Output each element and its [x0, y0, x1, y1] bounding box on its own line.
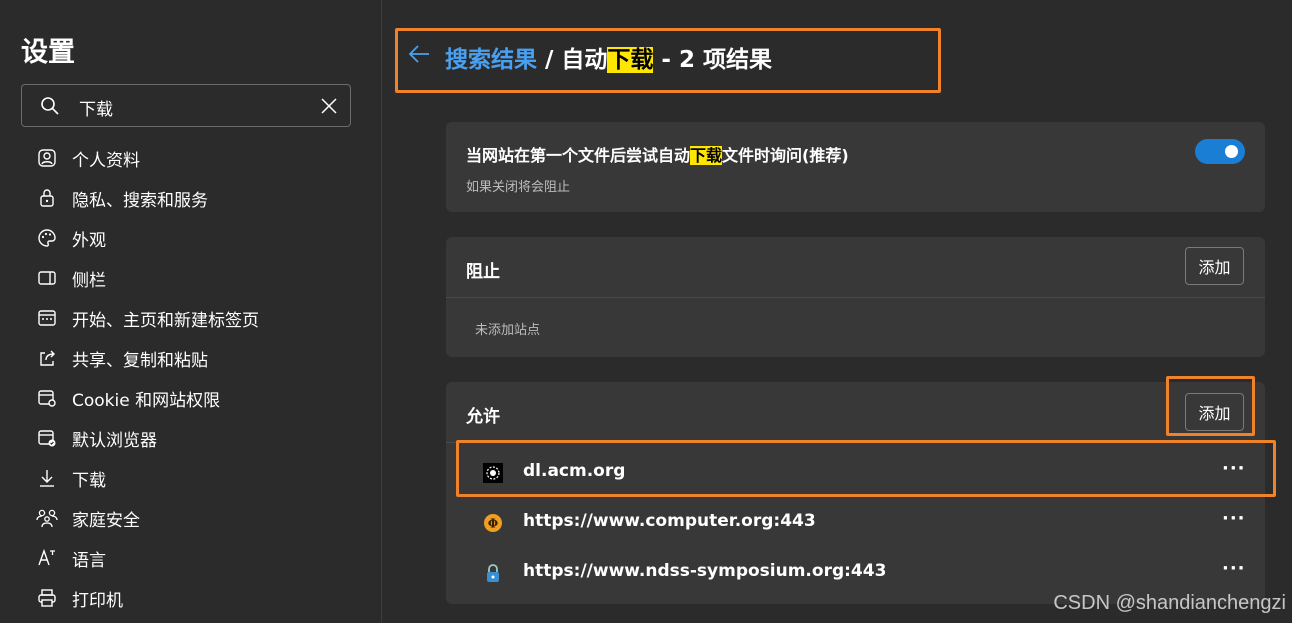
block-title: 阻止 [466, 262, 500, 282]
search-input[interactable]: 下载 [21, 84, 351, 127]
sidebar-item-share[interactable]: 共享、复制和粘贴 [36, 344, 356, 372]
sidebar-item-sidebar[interactable]: 侧栏 [36, 264, 356, 292]
share-icon [36, 347, 58, 369]
sidebar: 设置 下载 个人资料 隐私、搜索和服务 外观 侧栏 开始、主页和新建标签页 共享… [0, 0, 382, 623]
sidebar-item-appearance[interactable]: 外观 [36, 224, 356, 252]
sidebar-item-label: 开始、主页和新建标签页 [72, 310, 259, 331]
block-empty-note: 未添加站点 [475, 323, 541, 338]
sidebar-icon [36, 267, 58, 289]
annotation-box-site [456, 440, 1276, 497]
site-name: https://www.computer.org:443 [523, 511, 816, 531]
setting-title-post: 文件时询问(推荐) [722, 146, 849, 165]
search-icon [40, 96, 60, 120]
annotation-box-add [1166, 376, 1255, 436]
sidebar-item-cookies[interactable]: Cookie 和网站权限 [36, 384, 356, 412]
block-add-button[interactable]: 添加 [1185, 247, 1244, 285]
sidebar-item-languages[interactable]: 语言 [36, 544, 356, 572]
sidebar-item-label: 侧栏 [72, 270, 106, 291]
sidebar-item-label: 默认浏览器 [72, 430, 157, 451]
divider [446, 297, 1265, 298]
main-content: 搜索结果 / 自动下载 - 2 项结果 当网站在第一个文件后尝试自动下载文件时询… [383, 0, 1292, 623]
watermark: CSDN @shandianchengzi [1053, 592, 1286, 614]
svg-text:Φ: Φ [488, 517, 498, 531]
back-arrow-icon[interactable] [407, 42, 431, 70]
auto-download-toggle[interactable] [1195, 139, 1245, 164]
title-post: - 2 项结果 [653, 47, 772, 73]
sidebar-item-label: 隐私、搜索和服务 [72, 190, 208, 211]
title-separator: / [537, 47, 562, 73]
home-tab-icon [36, 307, 58, 329]
language-icon [36, 547, 58, 569]
toggle-knob [1225, 145, 1238, 158]
allow-title: 允许 [466, 407, 500, 427]
sidebar-item-printers[interactable]: 打印机 [36, 584, 356, 612]
lock-icon [36, 187, 58, 209]
title-highlight: 下载 [607, 47, 654, 73]
more-options-button[interactable]: ··· [1222, 508, 1246, 529]
palette-icon [36, 227, 58, 249]
sidebar-item-label: 个人资料 [72, 150, 140, 171]
settings-window: 设置 下载 个人资料 隐私、搜索和服务 外观 侧栏 开始、主页和新建标签页 共享… [0, 0, 1292, 623]
search-results-link[interactable]: 搜索结果 [445, 47, 537, 73]
setting-title: 当网站在第一个文件后尝试自动下载文件时询问(推荐) [466, 142, 849, 166]
setting-title-highlight: 下载 [690, 146, 723, 165]
allowed-site-row: Φ https://www.computer.org:443 ··· [446, 498, 1265, 548]
title-pre: 自动 [561, 47, 608, 73]
sidebar-item-label: 语言 [72, 550, 106, 571]
sidebar-item-label: 家庭安全 [72, 510, 140, 531]
sidebar-item-family[interactable]: 家庭安全 [36, 504, 356, 532]
site-permissions-icon [36, 387, 58, 409]
sidebar-item-downloads[interactable]: 下载 [36, 464, 356, 492]
sidebar-item-label: 外观 [72, 230, 106, 251]
download-icon [36, 467, 58, 489]
family-icon [36, 507, 58, 529]
sidebar-item-label: 打印机 [72, 590, 123, 611]
sidebar-item-label: 下载 [72, 470, 106, 491]
sidebar-item-profile[interactable]: 个人资料 [36, 144, 356, 172]
sidebar-item-default-browser[interactable]: 默认浏览器 [36, 424, 356, 452]
sidebar-item-privacy[interactable]: 隐私、搜索和服务 [36, 184, 356, 212]
profile-icon [36, 147, 58, 169]
allowed-site-row: https://www.ndss-symposium.org:443 ··· [446, 548, 1265, 598]
search-value[interactable]: 下载 [79, 95, 113, 120]
printer-icon [36, 587, 58, 609]
browser-icon [36, 427, 58, 449]
setting-subtitle: 如果关闭将会阻止 [466, 180, 571, 195]
computer-org-favicon-icon: Φ [483, 513, 503, 533]
setting-title-pre: 当网站在第一个文件后尝试自动 [466, 146, 691, 165]
sidebar-item-start-home[interactable]: 开始、主页和新建标签页 [36, 304, 356, 332]
ndss-favicon-icon [483, 563, 503, 583]
site-name: https://www.ndss-symposium.org:443 [523, 561, 887, 581]
sidebar-item-label: Cookie 和网站权限 [72, 390, 221, 411]
sidebar-item-label: 共享、复制和粘贴 [72, 350, 208, 371]
page-title: 搜索结果 / 自动下载 - 2 项结果 [445, 40, 772, 74]
close-icon[interactable] [320, 97, 338, 119]
more-options-button[interactable]: ··· [1222, 558, 1246, 579]
auto-download-prompt-card: 当网站在第一个文件后尝试自动下载文件时询问(推荐) 如果关闭将会阻止 [446, 122, 1265, 212]
block-card: 阻止 添加 未添加站点 [446, 237, 1265, 357]
sidebar-title: 设置 [21, 37, 75, 68]
